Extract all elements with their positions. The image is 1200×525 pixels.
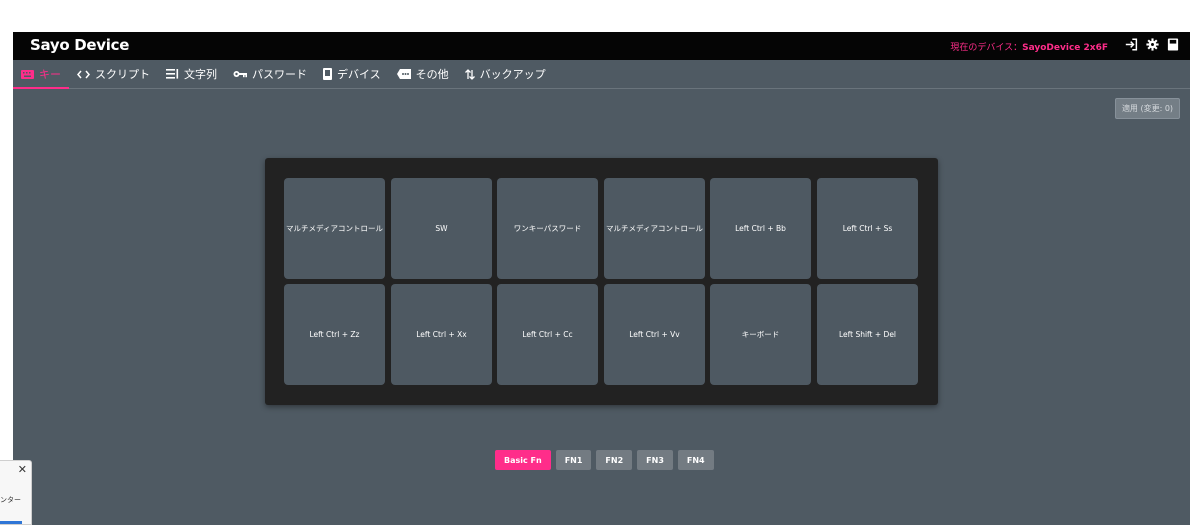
notification-popup: ✕ ンター (0, 460, 32, 525)
key-button[interactable]: Left Ctrl + Vv (604, 284, 705, 385)
current-device-label: 現在のデバイス： (950, 43, 1023, 53)
tab-backup-label: バックアップ (479, 68, 546, 81)
key-button[interactable]: ワンキーパスワード (497, 178, 598, 279)
tab-device[interactable]: デバイス (315, 60, 389, 89)
tab-strings-label: 文字列 (184, 68, 217, 81)
tab-other-label: その他 (415, 68, 449, 81)
tab-password[interactable]: パスワード (225, 60, 315, 89)
key-button[interactable]: Left Shift + Del (817, 284, 918, 385)
key-button[interactable]: マルチメディアコントロール (604, 178, 705, 279)
tab-keys[interactable]: キー (13, 60, 69, 89)
tab-other[interactable]: その他 (389, 60, 457, 89)
key-button[interactable]: Left Ctrl + Ss (817, 178, 918, 279)
key-grid-panel: マルチメディアコントロール SW ワンキーパスワード マルチメディアコントロール… (265, 158, 938, 405)
device-icon (323, 68, 332, 80)
current-device: 現在のデバイス：SayoDevice 2x6F (950, 40, 1108, 53)
tab-password-label: パスワード (252, 68, 307, 81)
tab-strings[interactable]: 文字列 (158, 60, 225, 89)
title-bar: Sayo Device 現在のデバイス：SayoDevice 2x6F (13, 32, 1190, 60)
apply-button[interactable]: 適用 (変更: 0) (1115, 98, 1180, 119)
swap-icon (464, 68, 475, 80)
key-button[interactable]: Left Ctrl + Xx (391, 284, 492, 385)
more-icon (396, 69, 411, 79)
nav-bar: キー スクリプト 文字列 パスワード デバイス その他 バックアップ (13, 60, 1190, 89)
title-icon-group (1124, 37, 1180, 51)
layer-basic-fn-button[interactable]: Basic Fn (495, 450, 551, 470)
key-button[interactable]: キーボード (710, 284, 811, 385)
key-button[interactable]: Left Ctrl + Bb (710, 178, 811, 279)
current-device-name: SayoDevice 2x6F (1022, 43, 1108, 53)
notification-text: ンター (0, 496, 21, 504)
list-icon (166, 69, 179, 79)
tab-script-label: スクリプト (95, 68, 150, 81)
layer-fn1-button[interactable]: FN1 (555, 450, 592, 470)
tab-device-label: デバイス (337, 68, 381, 81)
layer-fn2-button[interactable]: FN2 (596, 450, 633, 470)
layer-fn4-button[interactable]: FN4 (677, 450, 714, 470)
code-icon (77, 70, 90, 79)
tab-backup[interactable]: バックアップ (457, 60, 554, 89)
app-window: Sayo Device 現在のデバイス：SayoDevice 2x6F キー ス… (13, 32, 1190, 525)
save-icon[interactable] (1166, 37, 1180, 51)
layer-fn3-button[interactable]: FN3 (637, 450, 673, 470)
key-button[interactable]: マルチメディアコントロール (284, 178, 385, 279)
gear-icon[interactable] (1145, 37, 1159, 51)
key-button[interactable]: Left Ctrl + Zz (284, 284, 385, 385)
tab-keys-label: キー (39, 68, 61, 81)
notification-progress-bar (0, 521, 22, 524)
key-icon (233, 70, 247, 78)
key-button[interactable]: Left Ctrl + Cc (497, 284, 598, 385)
keyboard-icon (21, 69, 34, 79)
sign-in-icon[interactable] (1124, 37, 1138, 51)
close-icon[interactable]: ✕ (18, 463, 27, 476)
tab-script[interactable]: スクリプト (69, 60, 158, 89)
app-title: Sayo Device (30, 36, 130, 54)
key-button[interactable]: SW (391, 178, 492, 279)
layer-selector: Basic Fn FN1 FN2 FN3 FN4 (495, 450, 714, 470)
